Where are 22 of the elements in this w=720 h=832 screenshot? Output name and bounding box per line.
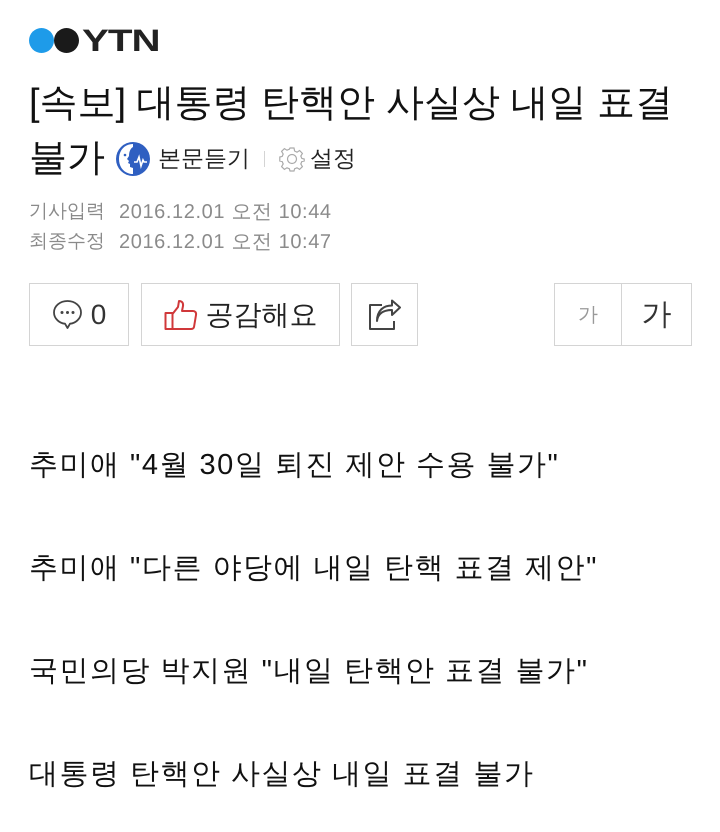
logo-dots-icon [29,28,79,52]
headline-title: [속보] 대통령 탄핵안 사실상 내일 표결 [29,81,673,126]
font-larger-button[interactable]: 가 [622,283,692,346]
headline-title: 불가 [29,136,105,181]
share-icon [368,298,402,330]
thumbs-up-icon [164,298,198,330]
news-headline-link[interactable]: 추미애 "다른 야당에 내일 탄핵 표결 제안" [29,548,598,588]
meta-label: 최종수정 [29,230,106,254]
comment-button[interactable]: 0 [29,283,129,346]
listen-speaker-icon[interactable] [115,140,151,176]
meta-label: 기사입력 [29,200,106,224]
meta-date: 2016.12.01 오전 10:44 [119,200,332,225]
news-headline-link[interactable]: 추미애 "4월 30일 퇴진 제안 수용 불가" [29,445,560,485]
listen-link[interactable]: 본문듣기 [158,147,250,170]
news-headline-link[interactable]: 국민의당 박지원 "내일 탄핵안 표결 불가" [29,651,588,691]
logo-text: YTN [82,24,160,56]
share-button[interactable] [351,283,418,346]
news-headline-link[interactable]: 대통령 탄핵안 사실상 내일 표결 불가 [29,754,534,794]
meta-date: 2016.12.01 오전 10:47 [119,230,332,255]
like-button[interactable]: 공감해요 [141,283,340,346]
settings-link[interactable]: 설정 [310,147,356,170]
speech-bubble-icon [52,299,83,330]
